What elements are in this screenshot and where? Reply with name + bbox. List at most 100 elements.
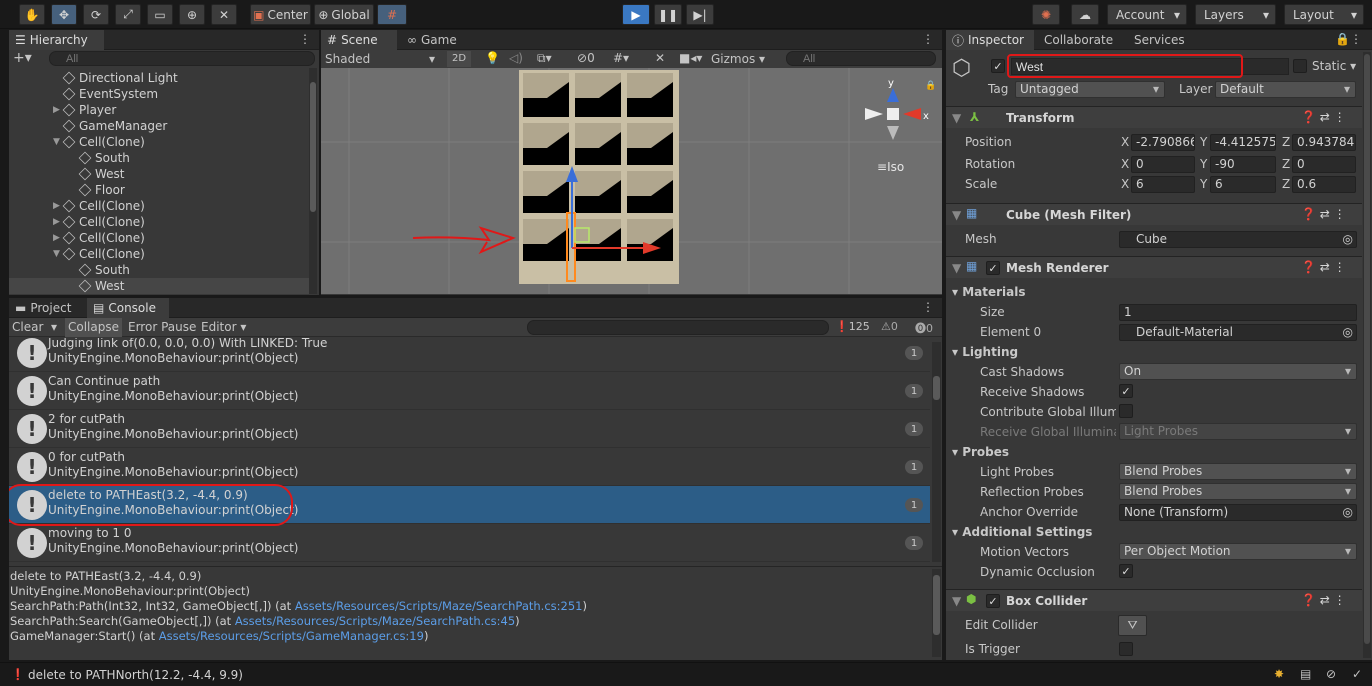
hand-tool-icon[interactable]: ✋ bbox=[19, 4, 45, 25]
anchor-override-field[interactable]: None (Transform) ◎ bbox=[1119, 504, 1357, 521]
tree-item[interactable]: EventSystem bbox=[62, 86, 158, 102]
more-icon[interactable]: ⋮ bbox=[299, 32, 311, 46]
scale-z-field[interactable]: 0.6 bbox=[1292, 176, 1356, 193]
scale-x-field[interactable]: 6 bbox=[1131, 176, 1195, 193]
progress-icon[interactable]: ▤ bbox=[1300, 667, 1311, 681]
component-menu-icon[interactable]: ❓ ⇄ ⋮ bbox=[1301, 260, 1346, 274]
collab-icon[interactable]: ✺ bbox=[1032, 4, 1060, 25]
view-mode-label[interactable]: ≡Iso bbox=[877, 160, 904, 174]
clear-dropdown-icon[interactable]: ▾ bbox=[51, 320, 57, 334]
grid-icon[interactable]: #▾ bbox=[613, 51, 629, 65]
tab-project[interactable]: ▬ Project bbox=[9, 298, 81, 318]
gizmos-dropdown[interactable]: Gizmos ▾ bbox=[711, 50, 765, 68]
check-icon[interactable]: ✓ bbox=[1352, 667, 1362, 681]
light-probes-dropdown[interactable]: Blend Probes bbox=[1119, 463, 1357, 480]
log-entry[interactable]: ! 0 for cutPath UnityEngine.MonoBehaviour:… bbox=[9, 448, 930, 486]
log-entry[interactable]: ! Can Continue path UnityEngine.MonoBehavi… bbox=[9, 372, 930, 410]
layout-dropdown[interactable]: Layout ▾ bbox=[1284, 4, 1364, 25]
meshrenderer-enabled-checkbox[interactable]: ✓ bbox=[986, 261, 1000, 275]
move-tool-icon[interactable]: ✥ bbox=[51, 4, 77, 25]
debug-icon[interactable]: ⊘ bbox=[1326, 667, 1336, 681]
rotation-y-field[interactable]: -90 bbox=[1210, 156, 1276, 173]
probes-foldout[interactable]: ▾ Probes bbox=[952, 445, 1009, 459]
static-checkbox[interactable] bbox=[1293, 59, 1307, 73]
tree-item[interactable]: ▶ Cell(Clone) bbox=[53, 230, 145, 246]
play-button[interactable]: ▶ bbox=[622, 4, 650, 25]
layers-dropdown[interactable]: Layers ▾ bbox=[1195, 4, 1276, 25]
lighting-icon[interactable]: 💡 bbox=[485, 51, 500, 65]
clear-button[interactable]: Clear bbox=[12, 320, 43, 334]
source-link[interactable]: Assets/Resources/Scripts/Maze/SearchPath… bbox=[235, 614, 515, 628]
cloud-icon[interactable]: ☁ bbox=[1071, 4, 1099, 25]
lock-icon[interactable]: 🔒⋮ bbox=[1335, 32, 1362, 46]
audio-icon[interactable]: ◁) bbox=[509, 51, 523, 65]
tree-item[interactable]: ▼ Cell(Clone) bbox=[53, 134, 145, 150]
error-pause-button[interactable]: Error Pause bbox=[128, 320, 196, 334]
boxcollider-header[interactable]: ▼ ⬢ ✓ Box Collider ❓ ⇄ ⋮ bbox=[946, 589, 1362, 611]
hierarchy-search-input[interactable] bbox=[49, 51, 315, 66]
position-z-field[interactable]: 0.9437841 bbox=[1292, 134, 1356, 151]
transform-header[interactable]: ▼ ⅄ Transform ❓ ⇄ ⋮ bbox=[946, 106, 1362, 128]
mesh-field[interactable]: Cube ◎ bbox=[1119, 231, 1357, 248]
tab-collaborate[interactable]: Collaborate bbox=[1038, 30, 1119, 50]
info-toggle[interactable]: ❗125 bbox=[835, 320, 870, 333]
tree-item[interactable]: Directional Light bbox=[62, 70, 178, 86]
reflection-probes-dropdown[interactable]: Blend Probes bbox=[1119, 483, 1357, 500]
cast-shadows-dropdown[interactable]: On bbox=[1119, 363, 1357, 380]
tree-item[interactable]: West bbox=[78, 166, 125, 182]
tab-game[interactable]: ∞ Game bbox=[401, 30, 461, 50]
log-entry-selected[interactable]: ! delete to PATHEast(3.2, -4.4, 0.9) Unity… bbox=[9, 484, 930, 526]
pivot-center-button[interactable]: ▣ Center bbox=[250, 4, 311, 25]
tab-services[interactable]: Services bbox=[1128, 30, 1191, 50]
hidden-objects-icon[interactable]: ⊘0 bbox=[577, 51, 595, 65]
warning-toggle[interactable]: ⚠0 bbox=[881, 320, 898, 333]
object-picker-icon[interactable]: ◎ bbox=[1343, 505, 1353, 520]
is-trigger-checkbox[interactable] bbox=[1119, 642, 1133, 656]
bug-icon[interactable]: ✸ bbox=[1274, 667, 1284, 681]
console-search-input[interactable] bbox=[527, 320, 829, 335]
position-y-field[interactable]: -4.412575 bbox=[1210, 134, 1276, 151]
source-link[interactable]: Assets/Resources/Scripts/Maze/SearchPath… bbox=[295, 599, 583, 613]
rect-tool-icon[interactable]: ▭ bbox=[147, 4, 173, 25]
position-x-field[interactable]: -2.790866 bbox=[1131, 134, 1195, 151]
receive-shadows-checkbox[interactable]: ✓ bbox=[1119, 384, 1133, 398]
console-list-scrollbar[interactable] bbox=[932, 342, 941, 562]
object-picker-icon[interactable]: ◎ bbox=[1343, 325, 1353, 340]
tab-scene[interactable]: # Scene bbox=[321, 30, 397, 50]
account-dropdown[interactable]: Account ▾ bbox=[1107, 4, 1187, 25]
effects-icon[interactable]: ⧉▾ bbox=[537, 51, 552, 66]
layer-dropdown[interactable]: Default bbox=[1215, 81, 1356, 98]
custom-tool-icon[interactable]: ✕ bbox=[211, 4, 237, 25]
tree-item[interactable]: ▶ Cell(Clone) bbox=[53, 198, 145, 214]
object-picker-icon[interactable]: ◎ bbox=[1343, 232, 1353, 247]
tree-item[interactable]: ▶ Player bbox=[53, 102, 116, 118]
materials-foldout[interactable]: ▾ Materials bbox=[952, 285, 1026, 299]
dynamic-occlusion-checkbox[interactable]: ✓ bbox=[1119, 564, 1133, 578]
contribute-gi-checkbox[interactable] bbox=[1119, 404, 1133, 418]
tree-item[interactable]: South bbox=[78, 262, 130, 278]
inspector-scrollbar[interactable] bbox=[1363, 52, 1371, 658]
2d-toggle[interactable]: 2D bbox=[447, 51, 471, 67]
add-icon[interactable]: +▾ bbox=[13, 50, 32, 66]
hierarchy-scrollbar[interactable] bbox=[309, 68, 317, 294]
boxcollider-enabled-checkbox[interactable]: ✓ bbox=[986, 594, 1000, 608]
tab-inspector[interactable]: ⓘ Inspector bbox=[946, 30, 1034, 50]
rotate-tool-icon[interactable]: ⟳ bbox=[83, 4, 109, 25]
lighting-foldout[interactable]: ▾ Lighting bbox=[952, 345, 1018, 359]
component-menu-icon[interactable]: ❓ ⇄ ⋮ bbox=[1301, 207, 1346, 221]
source-link[interactable]: Assets/Resources/Scripts/GameManager.cs:… bbox=[159, 629, 424, 643]
log-entry[interactable]: ! Judging link of(0.0, 0.0, 0.0) With LIN… bbox=[9, 338, 930, 372]
grid-snap-icon[interactable]: # bbox=[377, 4, 407, 25]
step-button[interactable]: ▶| bbox=[686, 4, 714, 25]
pause-button[interactable]: ❚❚ bbox=[654, 4, 682, 25]
static-dropdown[interactable]: Static ▾ bbox=[1312, 59, 1356, 73]
meshrenderer-header[interactable]: ▼ ▦ ✓ Mesh Renderer ❓ ⇄ ⋮ bbox=[946, 256, 1362, 278]
tag-dropdown[interactable]: Untagged bbox=[1015, 81, 1165, 98]
tools-icon[interactable]: ✕ bbox=[655, 51, 665, 65]
additional-settings-foldout[interactable]: ▾ Additional Settings bbox=[952, 525, 1092, 539]
component-menu-icon[interactable]: ❓ ⇄ ⋮ bbox=[1301, 593, 1346, 607]
camera-icon[interactable]: ■◂▾ bbox=[679, 51, 702, 65]
tree-item[interactable]: Floor bbox=[78, 182, 125, 198]
scale-y-field[interactable]: 6 bbox=[1210, 176, 1276, 193]
error-toggle[interactable]: ⓿0 bbox=[915, 320, 933, 336]
